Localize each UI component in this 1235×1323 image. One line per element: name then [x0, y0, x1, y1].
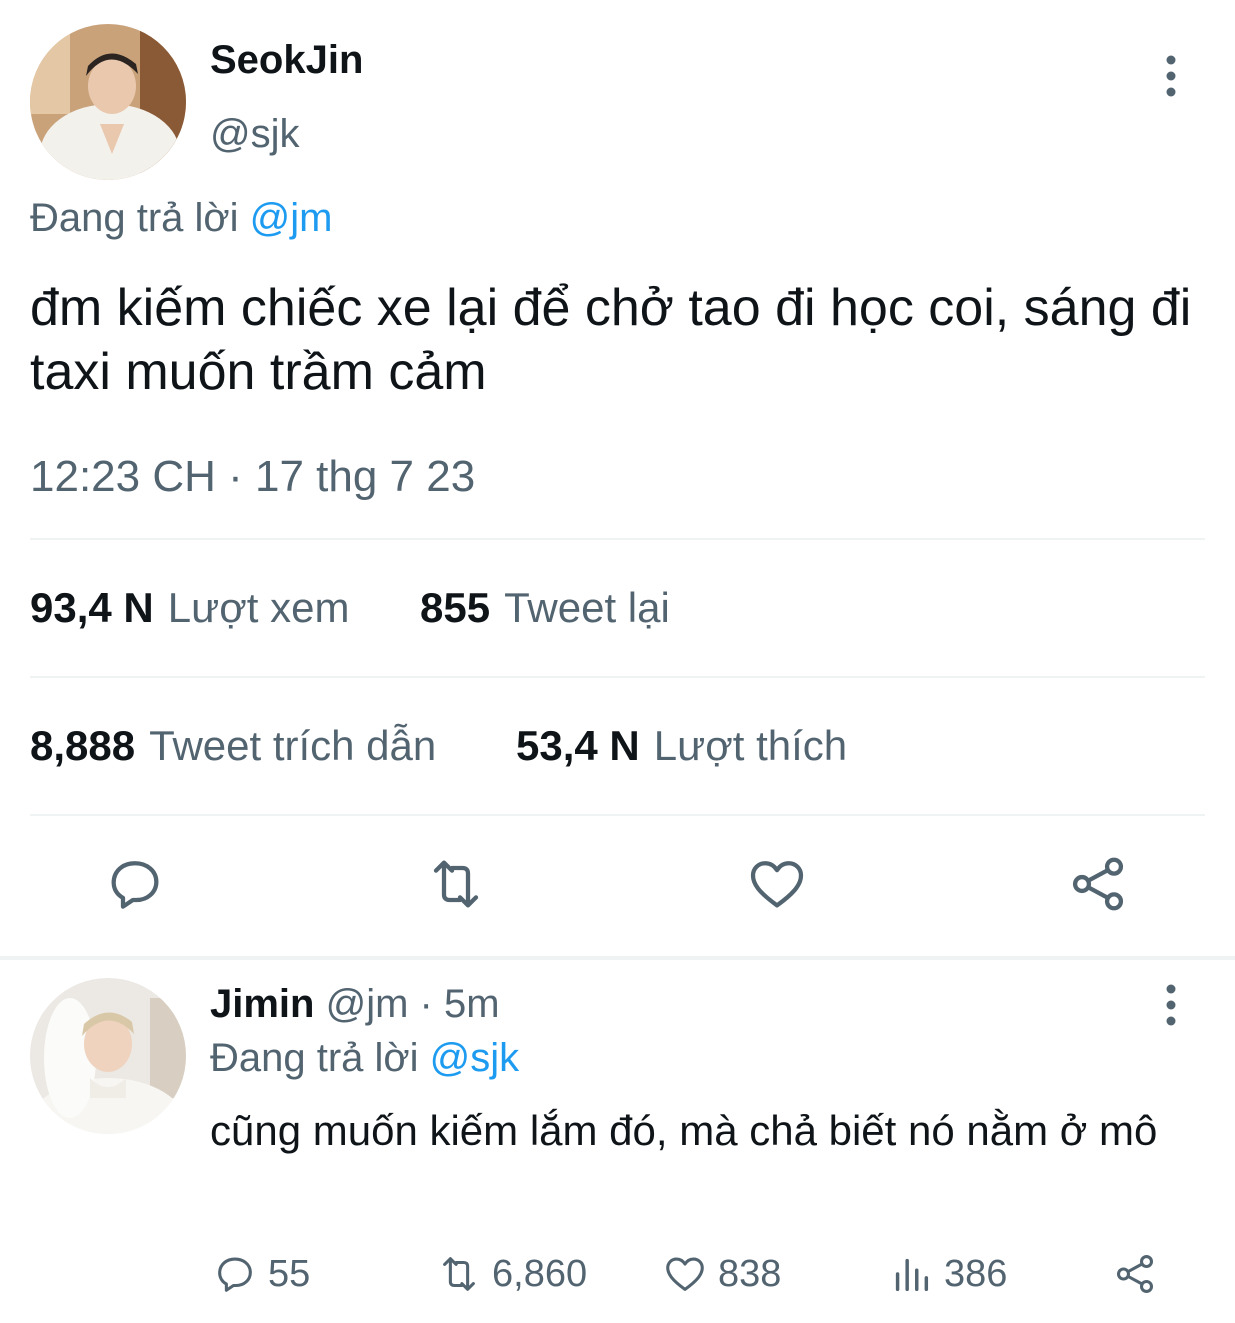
heart-icon: [666, 1257, 704, 1291]
replying-to-handle[interactable]: @sjk: [430, 1036, 520, 1080]
more-options-icon[interactable]: [1160, 55, 1182, 97]
retweet-icon: [433, 860, 479, 908]
heart-icon: [750, 861, 804, 908]
reply-icon: [111, 861, 159, 909]
retweets-label: Tweet lại: [504, 584, 670, 631]
tweet-timestamp[interactable]: 12:23 CH · 17 thg 7 23: [30, 452, 475, 502]
thread-separator: [0, 956, 1235, 960]
retweet-icon: [443, 1257, 475, 1291]
retweet-button[interactable]: [424, 852, 488, 916]
share-button[interactable]: [1112, 1248, 1168, 1300]
views-button[interactable]: 386: [888, 1248, 1007, 1300]
like-count: 838: [718, 1252, 782, 1295]
replying-to: Đang trả lời @sjk: [210, 1036, 519, 1081]
reply-count: 55: [268, 1252, 311, 1295]
quotes-label: Tweet trích dẫn: [149, 722, 437, 769]
reply-button[interactable]: 55: [212, 1248, 310, 1300]
reply-author-line: Jimin @jm · 5m: [210, 982, 500, 1027]
replying-to-label: Đang trả lời: [210, 1036, 419, 1080]
retweets-stat[interactable]: 855 Tweet lại: [420, 584, 670, 632]
share-button[interactable]: [1066, 852, 1130, 916]
tweet-text: đm kiếm chiếc xe lại để chở tao đi học c…: [30, 279, 1192, 401]
author-handle[interactable]: @sjk: [210, 112, 300, 157]
replying-to-handle[interactable]: @jm: [250, 196, 333, 240]
share-icon: [1116, 1255, 1154, 1293]
dot-separator: ·: [419, 982, 433, 1026]
retweet-count: 6,860: [492, 1252, 588, 1295]
author-name[interactable]: SeokJin: [210, 38, 363, 83]
reply-icon: [218, 1257, 252, 1292]
divider: [30, 538, 1205, 540]
retweets-count: 855: [420, 584, 491, 631]
reply-author-avatar[interactable]: [30, 978, 186, 1134]
retweet-button[interactable]: 6,860: [436, 1248, 587, 1300]
reply-button[interactable]: [103, 852, 167, 916]
like-button[interactable]: 838: [662, 1248, 781, 1300]
quotes-count: 8,888: [30, 722, 136, 769]
likes-count: 53,4 N: [516, 722, 640, 769]
divider: [30, 676, 1205, 678]
author-avatar[interactable]: [30, 24, 186, 180]
replying-to: Đang trả lời @jm: [30, 196, 332, 241]
views-count: 386: [944, 1252, 1008, 1295]
quotes-stat[interactable]: 8,888 Tweet trích dẫn: [30, 722, 436, 770]
likes-label: Lượt thích: [653, 722, 848, 769]
share-icon: [1072, 857, 1124, 911]
likes-stat[interactable]: 53,4 N Lượt thích: [516, 722, 847, 770]
analytics-icon: [895, 1258, 929, 1292]
replying-to-label: Đang trả lời: [30, 196, 239, 240]
views-label: Lượt xem: [167, 584, 350, 631]
reply-text: cũng muốn kiếm lắm đó, mà chả biết nó nằ…: [210, 1107, 1158, 1154]
divider: [30, 814, 1205, 816]
like-button[interactable]: [745, 852, 809, 916]
reply-author-handle[interactable]: @jm: [326, 982, 409, 1026]
more-options-icon[interactable]: [1160, 984, 1182, 1026]
reply-author-name[interactable]: Jimin: [210, 982, 314, 1026]
reply-time[interactable]: 5m: [444, 982, 500, 1026]
views-stat[interactable]: 93,4 N Lượt xem: [30, 584, 349, 632]
views-count: 93,4 N: [30, 584, 154, 631]
